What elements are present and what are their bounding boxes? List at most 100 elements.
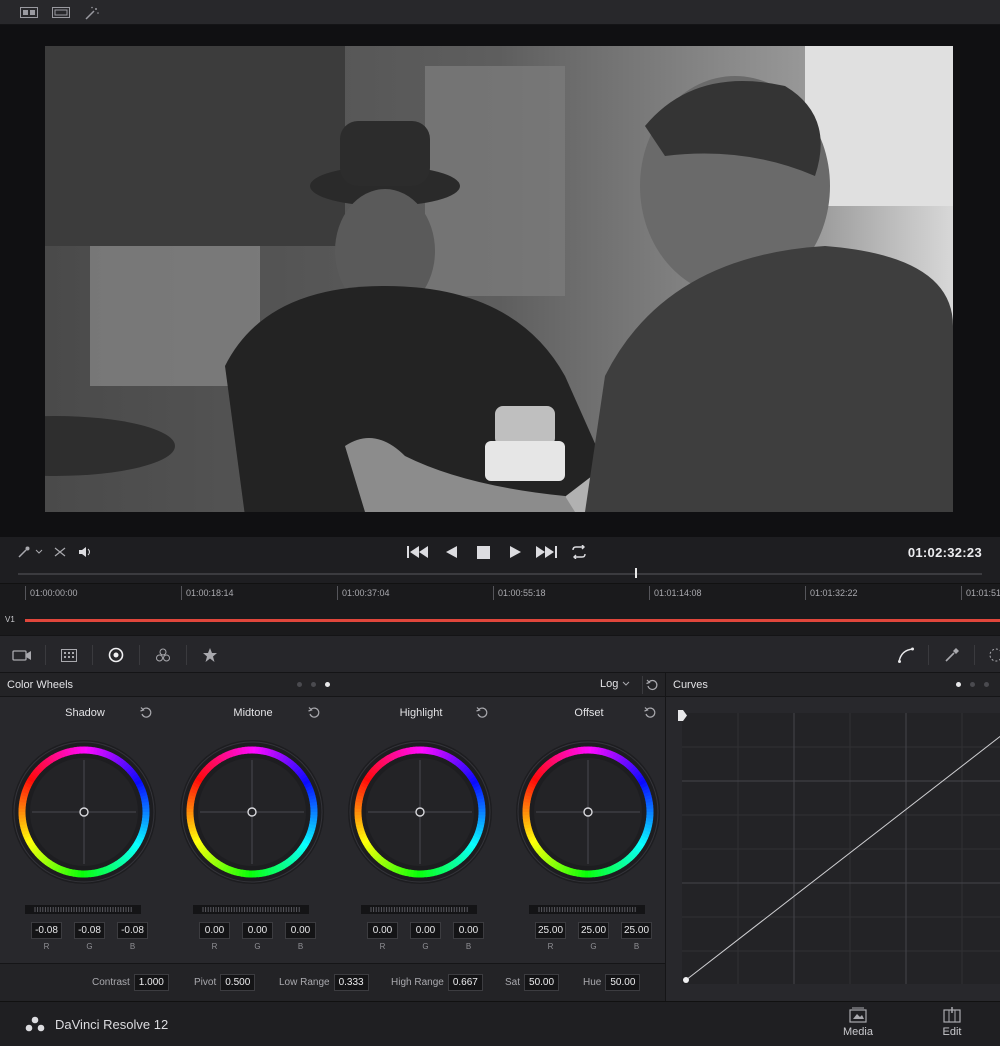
page-dot-active[interactable] [325, 682, 330, 687]
color-wheel[interactable] [514, 738, 662, 886]
magic-wand-icon[interactable] [82, 5, 102, 20]
master-wheel-slider[interactable] [361, 905, 477, 914]
stop-button[interactable] [474, 543, 492, 561]
ruler-tick-label: 01:01:51 [961, 586, 1000, 600]
curves-graph[interactable] [682, 713, 1000, 984]
toolbar-divider [928, 645, 929, 665]
transport-bar: 01:02:32:23 [0, 537, 1000, 583]
g-channel-label: G [86, 942, 93, 951]
pivot-control[interactable]: Pivot 0.500 [194, 974, 256, 991]
r-value-field[interactable]: -0.08 [31, 922, 62, 939]
reset-icon[interactable] [475, 706, 489, 720]
value-cell: 0.00 R [361, 922, 404, 951]
r-value-field[interactable]: 25.00 [535, 922, 566, 939]
g-value-field[interactable]: 25.00 [578, 922, 609, 939]
master-wheel-slider[interactable] [529, 905, 645, 914]
scrubber-track[interactable] [18, 573, 982, 575]
contrast-label: Contrast [92, 977, 130, 988]
value-cell: 0.00 B [447, 922, 490, 951]
video-viewer[interactable] [0, 25, 1000, 537]
b-value-field[interactable]: 0.00 [453, 922, 484, 939]
low-range-control[interactable]: Low Range 0.333 [279, 974, 369, 991]
contrast-field[interactable]: 1.000 [133, 974, 169, 991]
low-range-label: Low Range [279, 977, 330, 988]
hue-control[interactable]: Hue 50.00 [583, 974, 641, 991]
page-dots[interactable] [297, 682, 330, 687]
reset-icon[interactable] [307, 706, 321, 720]
motion-effects-icon[interactable] [200, 645, 220, 665]
value-cell: 0.00 R [193, 922, 236, 951]
rgb-values: 0.00 R 0.00 G 0.00 B [193, 922, 322, 951]
color-wheel[interactable] [346, 738, 494, 886]
saturation-field[interactable]: 50.00 [524, 974, 560, 991]
page-dots[interactable] [956, 682, 989, 687]
reset-icon[interactable] [139, 706, 153, 720]
rgb-mixer-icon[interactable] [153, 645, 173, 665]
r-channel-label: R [379, 942, 386, 951]
low-range-field[interactable]: 0.333 [333, 974, 369, 991]
color-wheels-icon[interactable] [106, 645, 126, 665]
page-button-media[interactable]: Media [828, 1007, 888, 1045]
b-value-field[interactable]: 0.00 [285, 922, 316, 939]
page-dot[interactable] [984, 682, 989, 687]
chevron-down-icon[interactable] [34, 543, 44, 561]
luma-channel-handle[interactable] [678, 710, 687, 721]
page-button-edit[interactable]: Edit [922, 1007, 982, 1045]
high-range-label: High Range [391, 977, 444, 988]
palette-toolbar [0, 635, 1000, 673]
g-channel-label: G [422, 942, 429, 951]
timecode-display: 01:02:32:23 [907, 545, 982, 560]
g-value-field[interactable]: 0.00 [410, 922, 441, 939]
curve-control-point[interactable] [683, 977, 689, 983]
single-view-icon[interactable] [51, 5, 71, 20]
shuffle-icon[interactable] [52, 543, 68, 561]
camera-raw-icon[interactable] [12, 645, 32, 665]
curves-header: Curves [666, 673, 1000, 697]
davinci-logo-icon [25, 1016, 45, 1035]
reset-icon[interactable] [643, 706, 657, 720]
mini-timeline[interactable]: 01:00:00:00 01:00:18:14 01:00:37:04 01:0… [0, 583, 1000, 635]
go-to-end-button[interactable] [535, 543, 559, 561]
b-value-field[interactable]: -0.08 [117, 922, 148, 939]
page-dot[interactable] [311, 682, 316, 687]
play-button[interactable] [507, 543, 523, 561]
volume-icon[interactable] [77, 543, 93, 561]
r-value-field[interactable]: 0.00 [367, 922, 398, 939]
ruler-tick-label: 01:00:37:04 [337, 586, 390, 600]
high-range-control[interactable]: High Range 0.667 [391, 974, 483, 991]
playhead-marker[interactable] [634, 568, 637, 578]
pivot-field[interactable]: 0.500 [220, 974, 256, 991]
loop-icon[interactable] [568, 543, 590, 561]
master-wheel-slider[interactable] [25, 905, 141, 914]
power-window-icon[interactable] [984, 645, 1000, 665]
rgb-values: 0.00 R 0.00 G 0.00 B [361, 922, 490, 951]
color-wheel[interactable] [10, 738, 158, 886]
eyedropper-icon[interactable] [16, 543, 32, 561]
go-to-start-button[interactable] [406, 543, 430, 561]
master-wheel-slider[interactable] [193, 905, 309, 914]
reset-all-icon[interactable] [642, 676, 660, 694]
split-view-icon[interactable] [19, 5, 39, 20]
color-match-icon[interactable] [59, 645, 79, 665]
wheel-mode-select[interactable]: Log [600, 678, 630, 690]
page-dot-active[interactable] [956, 682, 961, 687]
qualifier-eyedropper-icon[interactable] [942, 645, 962, 665]
curves-panel: Curves [665, 673, 1000, 1001]
play-reverse-button[interactable] [443, 543, 459, 561]
g-value-field[interactable]: 0.00 [242, 922, 273, 939]
b-value-field[interactable]: 25.00 [621, 922, 652, 939]
contrast-control[interactable]: Contrast 1.000 [92, 974, 169, 991]
r-value-field[interactable]: 0.00 [199, 922, 230, 939]
curves-icon[interactable] [896, 645, 916, 665]
r-channel-label: R [211, 942, 218, 951]
saturation-control[interactable]: Sat 50.00 [505, 974, 560, 991]
page-dot[interactable] [970, 682, 975, 687]
color-wheel[interactable] [178, 738, 326, 886]
video-frame[interactable] [45, 46, 953, 512]
g-value-field[interactable]: -0.08 [74, 922, 105, 939]
high-range-field[interactable]: 0.667 [447, 974, 483, 991]
value-cell: 0.00 B [279, 922, 322, 951]
page-dot[interactable] [297, 682, 302, 687]
hue-field[interactable]: 50.00 [605, 974, 641, 991]
clip-track-bar[interactable] [25, 619, 1000, 622]
